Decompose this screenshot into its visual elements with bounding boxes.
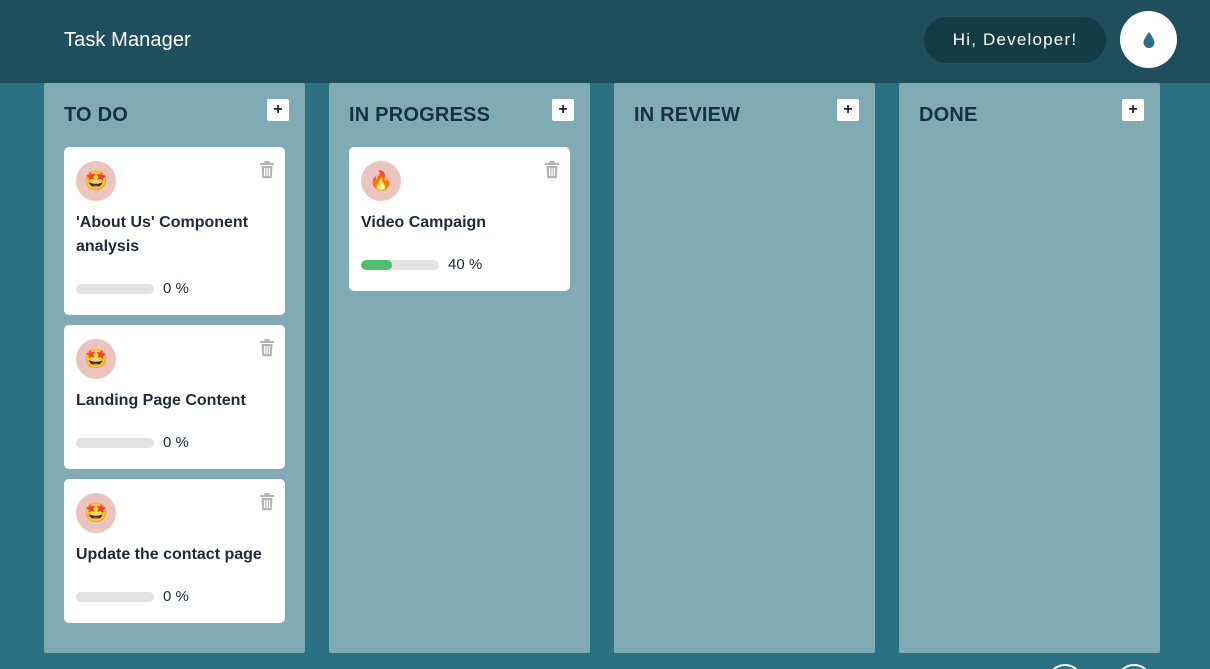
task-progress: 0 %: [76, 588, 189, 605]
task-avatar: 🤩: [76, 339, 116, 379]
add-task-button[interactable]: +: [267, 99, 289, 121]
progress-text: 0 %: [163, 280, 189, 297]
column-todo: TO DO + 🤩 'About Us' Component analysis …: [44, 83, 305, 653]
progress-track: [76, 283, 154, 294]
task-title: Landing Page Content: [76, 392, 246, 409]
task-progress: 0 %: [76, 434, 189, 451]
task-title: 'About Us' Component analysis: [76, 214, 249, 255]
column-title: DONE: [919, 104, 978, 126]
column-done: DONE +: [899, 83, 1160, 653]
column-in-progress: IN PROGRESS + 🔥 Video Campaign 40 %: [329, 83, 590, 653]
task-progress: 40 %: [361, 256, 482, 273]
task-avatar: 🔥: [361, 161, 401, 201]
progress-text: 40 %: [448, 256, 483, 273]
task-card[interactable]: 🤩 'About Us' Component analysis 0 %: [64, 147, 285, 315]
column-title: TO DO: [64, 104, 128, 126]
progress-track: [361, 259, 439, 270]
floating-action-button[interactable]: [1116, 664, 1152, 669]
floating-action-button[interactable]: [1047, 664, 1083, 669]
progress-text: 0 %: [163, 434, 189, 451]
column-title: IN REVIEW: [634, 104, 741, 126]
column-title: IN PROGRESS: [349, 104, 491, 126]
task-card[interactable]: 🔥 Video Campaign 40 %: [349, 147, 570, 291]
add-task-button[interactable]: +: [552, 99, 574, 121]
column-in-review: IN REVIEW +: [614, 83, 875, 653]
trash-icon[interactable]: [259, 161, 275, 179]
task-avatar: 🤩: [76, 493, 116, 533]
task-card[interactable]: 🤩 Update the contact page 0 %: [64, 479, 285, 623]
trash-icon[interactable]: [259, 339, 275, 357]
task-card[interactable]: 🤩 Landing Page Content 0 %: [64, 325, 285, 469]
top-bar: Task Manager Hi, Developer!: [0, 0, 1210, 83]
progress-text: 0 %: [163, 588, 189, 605]
progress-track: [76, 437, 154, 448]
trash-icon[interactable]: [544, 161, 560, 179]
greeting-badge: Hi, Developer!: [924, 17, 1106, 63]
theme-toggle-button[interactable]: [1120, 11, 1177, 68]
add-task-button[interactable]: +: [1122, 99, 1144, 121]
task-title: Video Campaign: [361, 214, 487, 231]
task-title: Update the contact page: [76, 546, 262, 563]
task-progress: 0 %: [76, 280, 189, 297]
water-drop-icon: [1143, 31, 1154, 48]
progress-track: [76, 591, 154, 602]
trash-icon[interactable]: [259, 493, 275, 511]
app-title: Task Manager: [64, 29, 191, 51]
add-task-button[interactable]: +: [837, 99, 859, 121]
task-avatar: 🤩: [76, 161, 116, 201]
progress-fill: [361, 259, 393, 270]
